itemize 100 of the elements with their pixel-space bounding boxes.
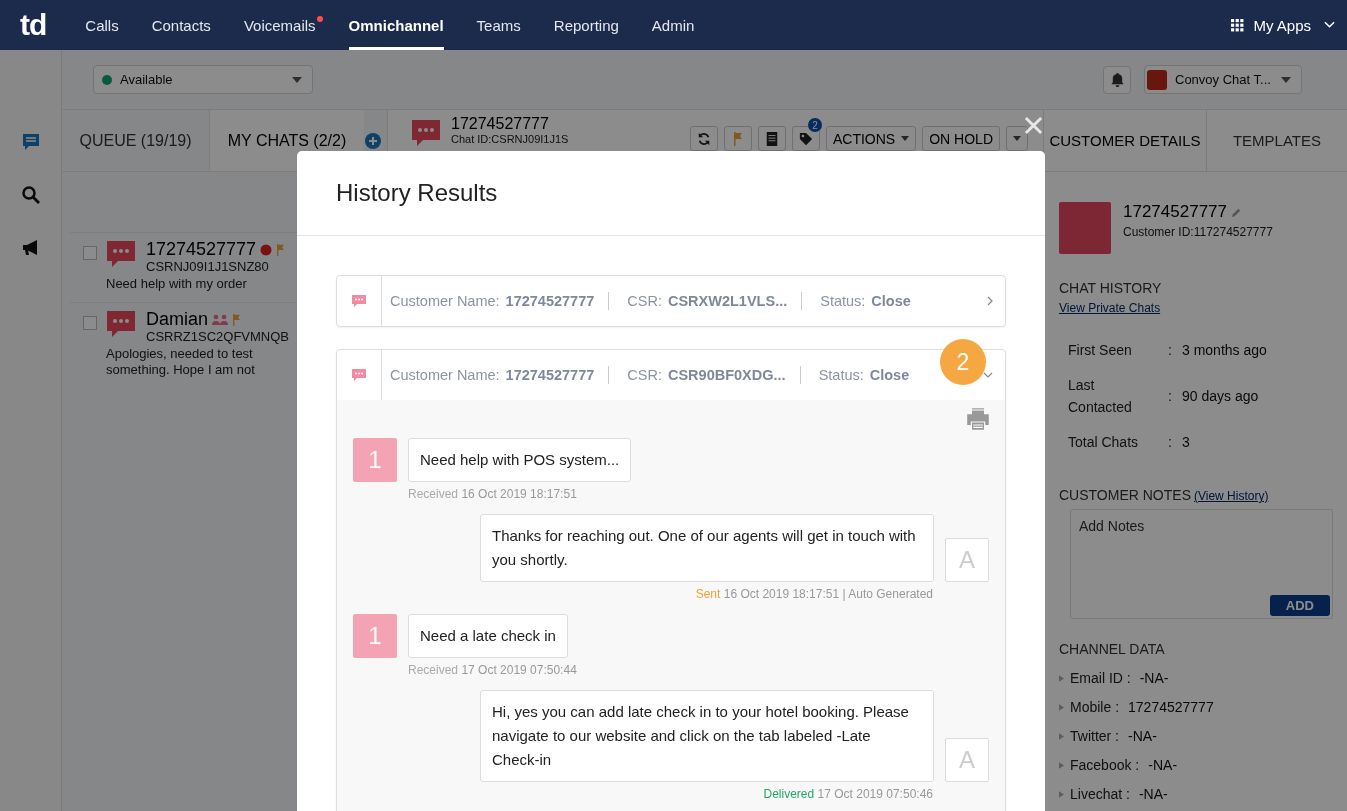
customer-avatar xyxy=(1059,202,1111,254)
my-apps-menu[interactable]: My Apps xyxy=(1231,16,1335,34)
message-status: Sent xyxy=(695,587,721,601)
customer-avatar: 1 xyxy=(353,614,397,658)
notifications-button[interactable] xyxy=(1103,65,1131,94)
stat-label: Total Chats xyxy=(1068,433,1140,452)
separator: : xyxy=(1168,388,1173,404)
chat-id: CSRNJ09I1J1SNZ80 xyxy=(146,260,270,274)
chat-bubble-icon xyxy=(106,239,136,269)
status-value: Available xyxy=(120,72,174,87)
message-time: 17 Oct 2019 07:50:46 xyxy=(817,787,933,801)
customer-name-label: Customer Name: xyxy=(390,367,500,383)
message-time: 17 Oct 2019 07:50:44 xyxy=(461,663,577,677)
chevron-down-icon xyxy=(1324,21,1335,29)
team-value: Convoy Chat T... xyxy=(1175,72,1272,87)
nav-tab[interactable]: Voicemails xyxy=(243,0,316,50)
conversation-number: 17274527777 xyxy=(451,114,550,133)
history-entry-header[interactable]: Customer Name: 17274527777 CSR: CSRXW2L1VLS... Status: Close xyxy=(337,276,1005,326)
caret-icon xyxy=(901,136,910,141)
nav-tab[interactable]: Contacts xyxy=(151,0,211,50)
stat-value: 90 days ago xyxy=(1182,388,1259,404)
nav-tab[interactable]: Teams xyxy=(476,0,521,50)
refresh-button[interactable] xyxy=(689,126,718,151)
add-button[interactable]: ADD xyxy=(1269,595,1330,616)
expand-icon[interactable] xyxy=(1059,790,1064,798)
channel-value: -NA- xyxy=(1138,786,1168,802)
chat-icon[interactable] xyxy=(20,132,41,152)
tag-icon xyxy=(798,131,813,146)
stat-value: 3 xyxy=(1182,434,1190,450)
chat-id: Chat ID:CSRNJ09I1J1S xyxy=(451,133,569,146)
csr-label: CSR: xyxy=(627,292,662,310)
view-private-chats-link[interactable]: View Private Chats xyxy=(1059,301,1333,315)
notes-field[interactable]: Add Notes ADD xyxy=(1070,509,1333,619)
status-label: Status: xyxy=(820,292,866,310)
message-status: Received xyxy=(408,663,459,677)
channel-value: -NA- xyxy=(1128,728,1157,744)
stat-label: First Seen xyxy=(1068,341,1133,360)
hold-options-button[interactable] xyxy=(1006,126,1028,151)
chat-bubble-icon xyxy=(351,293,367,309)
customer-name-value: 17274527777 xyxy=(505,367,595,383)
tag-count-badge: 2 xyxy=(807,118,822,132)
message-bubble: Hi, yes you can add late check in to your hotel booking. Please navigate to our website and click on the tab labeled -Late Check-in xyxy=(480,690,934,782)
checkbox[interactable] xyxy=(83,316,97,330)
nav-tab[interactable]: Calls xyxy=(85,0,119,50)
message-bubble: Thanks for reaching out. One of our agents will get in touch with you shortly. xyxy=(480,514,934,582)
stat-value: 3 months ago xyxy=(1182,342,1267,358)
channel-label: Mobile : xyxy=(1070,699,1120,715)
add-icon[interactable] xyxy=(365,132,381,149)
message-status: Received xyxy=(408,487,459,501)
section-heading: CHAT HISTORY xyxy=(1059,280,1163,296)
logo[interactable]: td xyxy=(20,8,47,42)
close-icon[interactable] xyxy=(1024,116,1043,135)
print-icon[interactable] xyxy=(966,408,990,430)
refresh-icon xyxy=(696,131,711,146)
status-value: Close xyxy=(869,366,910,384)
step-badge: 2 xyxy=(940,339,986,385)
status-dot-icon xyxy=(260,243,273,256)
details-tab[interactable]: CUSTOMER DETAILS xyxy=(1044,110,1206,171)
nav-tab[interactable]: Reporting xyxy=(553,0,619,50)
status-dropdown[interactable]: Available xyxy=(93,65,313,94)
checkbox[interactable] xyxy=(83,246,97,260)
status-label: Status: xyxy=(818,366,864,384)
expand-icon[interactable] xyxy=(1059,732,1064,740)
channel-value: -NA- xyxy=(1148,757,1178,773)
channel-label: Livechat : xyxy=(1070,786,1130,802)
customer-avatar: 1 xyxy=(353,438,397,482)
team-logo xyxy=(1147,69,1167,90)
flag-button[interactable] xyxy=(723,126,752,151)
expand-icon[interactable] xyxy=(1059,674,1064,682)
channel-label: Facebook : xyxy=(1070,757,1140,773)
customer-name-value: 17274527777 xyxy=(505,293,595,309)
message-bubble: Need help with POS system... xyxy=(408,438,632,482)
details-tab[interactable]: TEMPLATES xyxy=(1206,110,1347,171)
my-apps-label: My Apps xyxy=(1253,16,1311,34)
expand-icon[interactable] xyxy=(1059,703,1064,711)
transcript-button[interactable] xyxy=(757,126,786,151)
channel-label: Twitter : xyxy=(1070,728,1119,744)
channel-label: Email ID : xyxy=(1070,670,1131,686)
message-bubble: Need a late check in xyxy=(408,614,568,658)
separator: : xyxy=(1168,342,1173,358)
pencil-icon[interactable] xyxy=(1231,206,1242,218)
document-icon xyxy=(764,131,779,146)
actions-dropdown[interactable]: ACTIONS xyxy=(825,126,917,151)
expand-icon[interactable] xyxy=(1059,761,1064,769)
view-history-link[interactable]: (View History) xyxy=(1194,489,1269,503)
nav-tab[interactable]: Admin xyxy=(651,0,695,50)
bell-icon xyxy=(1109,72,1125,87)
csr-value: CSR90BF0XDG... xyxy=(667,366,786,384)
customer-name-label: Customer Name: xyxy=(390,293,500,309)
chat-name: 17274527777 xyxy=(146,239,257,260)
on-hold-button[interactable]: ON HOLD xyxy=(922,126,1000,151)
search-icon[interactable] xyxy=(20,185,41,205)
nav-tab[interactable]: Omnichannel xyxy=(348,0,444,50)
message-status: Delivered xyxy=(763,787,815,801)
chat-id: CSRRZ1SC2QFVMNQB xyxy=(146,330,290,344)
section-heading: CUSTOMER NOTES xyxy=(1059,487,1191,503)
chat-name: Damian xyxy=(146,309,209,330)
channel-value: 17274527777 xyxy=(1128,699,1214,715)
chat-bubble-icon xyxy=(106,309,136,339)
team-dropdown[interactable]: Convoy Chat T... xyxy=(1144,65,1302,94)
